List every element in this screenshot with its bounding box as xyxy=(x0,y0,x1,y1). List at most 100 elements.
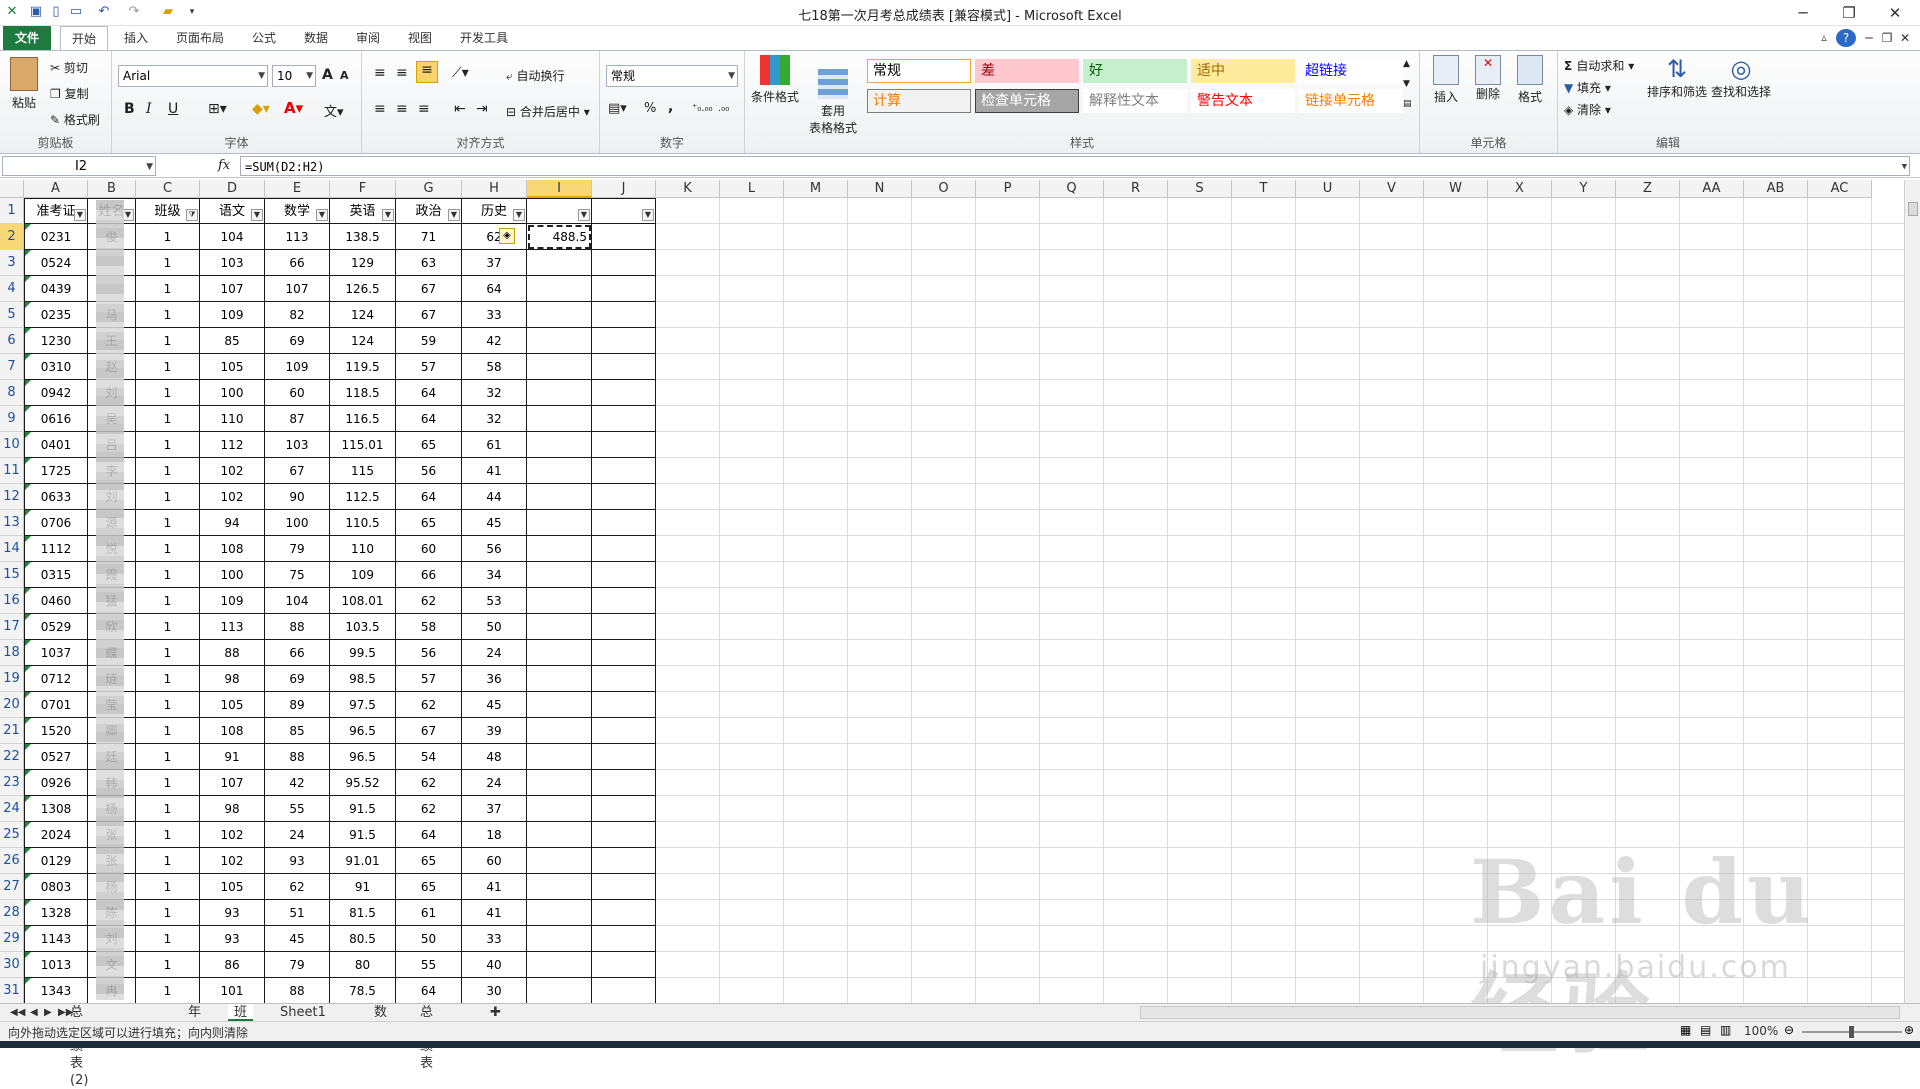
table-cell[interactable]: 109 xyxy=(265,354,330,380)
accounting-icon[interactable]: ▤▾ xyxy=(608,101,627,116)
table-cell[interactable]: 0401 xyxy=(24,432,88,458)
table-cell[interactable]: 94 xyxy=(200,510,265,536)
column-header[interactable]: AA xyxy=(1680,180,1744,198)
row-header[interactable]: 21 xyxy=(0,718,24,744)
table-cell[interactable]: 89 xyxy=(265,692,330,718)
zoom-out-icon[interactable]: ⊖ xyxy=(1784,1023,1794,1037)
table-cell[interactable] xyxy=(592,380,656,406)
table-cell[interactable]: 37 xyxy=(462,796,527,822)
column-title-cell[interactable]: ▼ xyxy=(527,198,592,224)
row-header[interactable]: 23 xyxy=(0,770,24,796)
table-cell[interactable]: 91.5 xyxy=(330,822,396,848)
table-cell[interactable]: 1725 xyxy=(24,458,88,484)
copy-button[interactable]: ❐ 复制 xyxy=(50,85,89,102)
table-cell[interactable] xyxy=(527,536,592,562)
scrollbar-thumb[interactable] xyxy=(1908,202,1918,216)
borders-icon[interactable]: ⊞▾ xyxy=(208,101,227,117)
table-cell[interactable]: 42 xyxy=(462,328,527,354)
table-cell[interactable] xyxy=(527,510,592,536)
table-cell[interactable]: 48 xyxy=(462,744,527,770)
table-cell[interactable]: 57 xyxy=(396,666,462,692)
table-cell[interactable]: 65 xyxy=(396,432,462,458)
table-cell[interactable]: 119.5 xyxy=(330,354,396,380)
table-cell[interactable]: 1013 xyxy=(24,952,88,978)
table-cell[interactable]: 1 xyxy=(136,302,200,328)
table-cell[interactable]: 81.5 xyxy=(330,900,396,926)
table-cell[interactable]: 93 xyxy=(200,900,265,926)
page-layout-view-icon[interactable]: ▤ xyxy=(1700,1023,1711,1037)
row-header[interactable]: 20 xyxy=(0,692,24,718)
table-cell[interactable]: 45 xyxy=(462,510,527,536)
column-header[interactable]: I xyxy=(527,180,592,198)
table-cell[interactable]: 93 xyxy=(200,926,265,952)
column-header[interactable]: C xyxy=(136,180,200,198)
table-cell[interactable] xyxy=(592,718,656,744)
cell-style-option[interactable]: 差 xyxy=(975,59,1079,83)
table-cell[interactable] xyxy=(527,640,592,666)
table-cell[interactable]: 105 xyxy=(200,692,265,718)
table-cell[interactable]: 110 xyxy=(330,536,396,562)
table-cell[interactable]: 138.5 xyxy=(330,224,396,250)
clear-button[interactable]: ◈ 清除 ▾ xyxy=(1564,101,1611,118)
column-title-cell[interactable]: ▼ xyxy=(592,198,656,224)
italic-button[interactable]: I xyxy=(146,101,152,117)
doc-minimize-icon[interactable]: ─ xyxy=(1862,26,1876,50)
table-cell[interactable] xyxy=(527,666,592,692)
table-cell[interactable]: 59 xyxy=(396,328,462,354)
column-header[interactable]: B xyxy=(88,180,136,198)
table-cell[interactable] xyxy=(592,796,656,822)
table-cell[interactable]: 1 xyxy=(136,692,200,718)
table-cell[interactable]: 102 xyxy=(200,484,265,510)
cut-button[interactable]: ✂ 剪切 xyxy=(50,59,88,76)
sort-filter-button[interactable]: ⇅ 排序和筛选 xyxy=(1646,55,1708,100)
table-cell[interactable] xyxy=(592,848,656,874)
autosum-button[interactable]: Σ 自动求和 ▾ xyxy=(1564,57,1634,74)
table-cell[interactable]: 109 xyxy=(330,562,396,588)
table-cell[interactable]: 85 xyxy=(265,718,330,744)
table-cell[interactable] xyxy=(592,588,656,614)
table-cell[interactable] xyxy=(527,874,592,900)
align-bottom-icon[interactable]: ≡ xyxy=(416,61,438,83)
row-header[interactable]: 27 xyxy=(0,874,24,900)
delete-cells-button[interactable]: ✕ 删除 xyxy=(1470,55,1506,102)
table-cell[interactable]: 1 xyxy=(136,614,200,640)
table-cell[interactable]: 1520 xyxy=(24,718,88,744)
table-cell[interactable]: 65 xyxy=(396,510,462,536)
table-cell[interactable]: 33 xyxy=(462,926,527,952)
table-cell[interactable]: 62 xyxy=(265,874,330,900)
column-header[interactable]: AC xyxy=(1808,180,1872,198)
row-header[interactable]: 25 xyxy=(0,822,24,848)
table-cell[interactable] xyxy=(527,718,592,744)
tab-formulas[interactable]: 公式 xyxy=(244,26,284,50)
table-cell[interactable]: 87 xyxy=(265,406,330,432)
table-cell[interactable]: 56 xyxy=(396,640,462,666)
tab-page-layout[interactable]: 页面布局 xyxy=(168,26,232,50)
format-painter-button[interactable]: ✎ 格式刷 xyxy=(50,111,100,128)
table-cell[interactable]: 66 xyxy=(265,250,330,276)
table-cell[interactable]: 88 xyxy=(265,744,330,770)
table-cell[interactable] xyxy=(527,692,592,718)
table-cell[interactable] xyxy=(592,952,656,978)
table-cell[interactable]: 58 xyxy=(396,614,462,640)
column-header[interactable]: T xyxy=(1232,180,1296,198)
table-cell[interactable]: 103 xyxy=(200,250,265,276)
table-cell[interactable]: 42 xyxy=(265,770,330,796)
table-cell[interactable]: 96.5 xyxy=(330,718,396,744)
table-cell[interactable]: 37 xyxy=(462,250,527,276)
table-cell[interactable]: 65 xyxy=(396,874,462,900)
column-title-cell[interactable]: 政治 ▼ xyxy=(396,198,462,224)
table-cell[interactable]: 116.5 xyxy=(330,406,396,432)
row-header[interactable]: 7 xyxy=(0,354,24,380)
table-cell[interactable] xyxy=(527,926,592,952)
page-break-view-icon[interactable]: ▥ xyxy=(1720,1023,1731,1037)
table-cell[interactable] xyxy=(592,510,656,536)
column-title-cell[interactable]: 历史 ▼ xyxy=(462,198,527,224)
table-cell[interactable] xyxy=(592,354,656,380)
table-cell[interactable] xyxy=(527,380,592,406)
cell-style-option[interactable]: 检查单元格 xyxy=(975,89,1079,113)
tab-view[interactable]: 视图 xyxy=(400,26,440,50)
table-cell[interactable]: 104 xyxy=(200,224,265,250)
table-cell[interactable]: 0460 xyxy=(24,588,88,614)
row-header[interactable]: 15 xyxy=(0,562,24,588)
column-title-cell[interactable]: 语文 ▼ xyxy=(200,198,265,224)
